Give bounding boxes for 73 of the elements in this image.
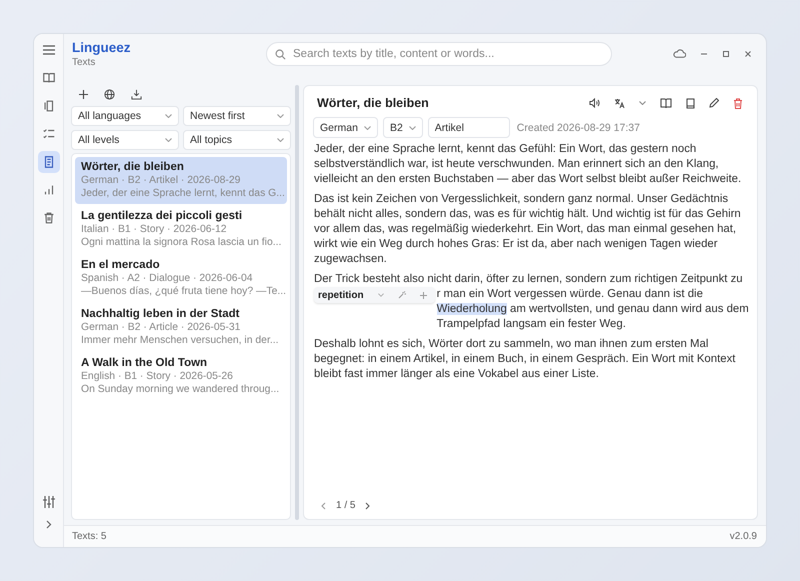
- download-icon[interactable]: [131, 88, 142, 100]
- wand-icon[interactable]: [398, 291, 406, 299]
- caret-icon: [408, 126, 416, 130]
- text-meta: Italian · B1 · Story · 2026-06-12: [81, 224, 227, 235]
- text-preview: Jeder, der eine Sprache lernt, kennt das G...: [81, 188, 285, 199]
- nav-button[interactable]: [38, 151, 60, 173]
- filter-dropdown[interactable]: Newest first: [183, 106, 291, 126]
- next-icon[interactable]: [365, 502, 370, 510]
- caret-icon: [165, 138, 172, 142]
- text-list-item[interactable]: A Walk in the Old Town English · B1 · Story · 2026-05-26 On Sunday morning we wandered throug...: [75, 353, 287, 400]
- checklist-icon: [42, 127, 56, 141]
- text-preview: Immer mehr Menschen versuchen, in der...: [81, 335, 279, 346]
- text-count: Texts: 5: [72, 531, 106, 542]
- search-icon: [275, 49, 286, 60]
- created-date: Created 2026-08-29 17:37: [516, 122, 640, 134]
- text-list-item[interactable]: En el mercado Spanish · A2 · Dialogue · 2026-06-04 —Buenos días, ¿qué fruta tiene hoy? —Te...: [75, 255, 287, 302]
- text-meta: German · B2 · Artikel · 2026-08-29: [81, 175, 240, 186]
- cloud-icon[interactable]: [673, 49, 686, 58]
- maximize-icon[interactable]: [722, 50, 730, 58]
- close-icon[interactable]: [744, 50, 752, 58]
- text-preview: —Buenos días, ¿qué fruta tiene hoy? —Te...: [81, 286, 286, 297]
- chevron-right-icon[interactable]: [46, 520, 52, 529]
- paragraph-text: r man ein Wort vergessen würde. Genau dann ist die Wiederholung am wertvollsten, und genau dann wird aus dem Trampelpfad langsam ein fester Weg.: [436, 287, 749, 332]
- previous-icon[interactable]: [321, 502, 326, 510]
- paragraph-line: Der Trick besteht also nicht darin, öfter zu lernen, sondern zum richtigen Zeitpunkt zu: [314, 272, 744, 287]
- text-title: Nachhaltig leben in der Stadt: [81, 308, 240, 320]
- splitter-handle[interactable]: [295, 85, 299, 520]
- version-label: v2.0.9: [730, 531, 757, 542]
- text-title: Wörter, die bleiben: [81, 161, 185, 173]
- text-title: A Walk in the Old Town: [81, 357, 208, 369]
- caret-icon[interactable]: [639, 101, 646, 105]
- text-meta: German · B2 · Article · 2026-05-31: [81, 322, 240, 333]
- filter-dropdown[interactable]: All levels: [71, 130, 179, 150]
- caret-icon: [277, 114, 284, 118]
- sliders-icon[interactable]: [42, 496, 54, 508]
- paragraph-text: Deshalb lohnt es sich, Wörter dort zu sammeln, wo man ihnen zum ersten Mal begegnet: in einem Artikel, in einem Buch, in einem Gespräch. Ein Wort mit Kontext bleibt fast immer länger als eine Vokabel aus einer Liste.: [314, 337, 736, 382]
- translate-icon[interactable]: [614, 98, 625, 108]
- text-heading: Wörter, die bleiben: [317, 96, 429, 110]
- caret-icon: [165, 114, 172, 118]
- trash-icon: [42, 211, 56, 225]
- speaker-icon[interactable]: [589, 98, 600, 108]
- text-meta: English · B1 · Story · 2026-05-26: [81, 371, 233, 382]
- level-dropdown[interactable]: B2: [382, 117, 423, 138]
- edit-icon[interactable]: [709, 98, 719, 108]
- paragraph-text: Jeder, der eine Sprache lernt, kennt das Gefühl: Ein Wort, das gestern noch selbstverständlich war, ist heute verschwunden. Man erinnert sich an den Klang, vielleicht an den ersten Buchstaben — aber das Wort selbst bleibt außer Reichweite.: [314, 142, 742, 187]
- caret-icon: [277, 138, 284, 142]
- globe-icon[interactable]: [104, 88, 115, 100]
- filter-dropdown[interactable]: All topics: [183, 130, 291, 150]
- caret-icon: [364, 126, 371, 130]
- text-title: En el mercado: [81, 259, 161, 271]
- app-title: Lingueez: [72, 40, 132, 55]
- text-meta: Spanish · A2 · Dialogue · 2026-06-04: [81, 273, 253, 284]
- language-dropdown[interactable]: German: [313, 117, 378, 138]
- cards-icon: [42, 99, 56, 113]
- text-preview: On Sunday morning we wandered throug...: [81, 384, 280, 395]
- text-list-item[interactable]: La gentilezza dei piccoli gesti Italian · B1 · Story · 2026-06-12 Ogni mattina la signora Rosa lascia un fio...: [75, 206, 287, 253]
- page-subtitle: Texts: [72, 57, 96, 68]
- text-list-item[interactable]: Nachhaltig leben in der Stadt German · B2 · Article · 2026-05-31 Immer mehr Menschen versuchen, in der...: [75, 304, 287, 351]
- notebook-icon[interactable]: [686, 98, 695, 108]
- paragraph-text: Das ist kein Zeichen von Vergesslichkeit, sondern ganz normal. Unser Gedächtnis behält nicht alles, sondern das, was es für wichtig hält. Und wichtig ist für das Gehirn vor allem das, was regelmäßig wiederkehrt. Ein Wort, das man einmal gesehen hat, wirkt wie ein Weg durch hohes Gras: Er ist da, aber nach wenigen Tagen wieder zugewachsen.: [314, 192, 742, 267]
- text-title: La gentilezza dei piccoli gesti: [81, 210, 244, 222]
- search-field[interactable]: Search texts by title, content or words...: [266, 42, 612, 66]
- page-indicator: 1 / 5: [336, 500, 356, 511]
- add-icon[interactable]: [79, 90, 88, 98]
- text-preview: Ogni mattina la signora Rosa lascia un fio...: [81, 237, 282, 248]
- book-icon: [42, 71, 56, 85]
- translation-text: repetition: [318, 288, 364, 302]
- delete-icon[interactable]: [733, 98, 743, 108]
- filter-dropdown[interactable]: All languages: [71, 106, 179, 126]
- text-list-item[interactable]: Wörter, die bleiben German · B2 · Artikel · 2026-08-29 Jeder, der eine Sprache lernt, kennt das G...: [75, 157, 287, 204]
- book-icon[interactable]: [660, 98, 672, 108]
- topic-field[interactable]: Artikel: [428, 117, 510, 138]
- menu-icon[interactable]: [42, 45, 54, 55]
